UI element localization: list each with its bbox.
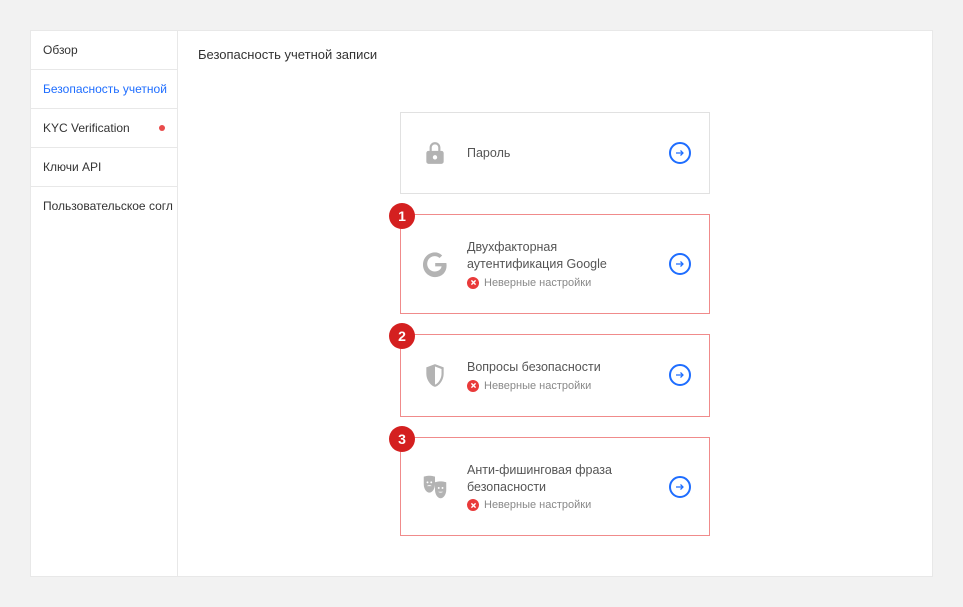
card-title: Вопросы безопасности [467, 359, 653, 376]
main-panel: Безопасность учетной записи Пароль [178, 30, 933, 577]
masks-icon [419, 471, 451, 503]
page-title: Безопасность учетной записи [198, 47, 912, 62]
google-icon [419, 248, 451, 280]
sidebar-item-label: Пользовательское согл [43, 199, 173, 213]
card-status: Неверные настройки [467, 380, 653, 392]
shield-icon [419, 359, 451, 391]
step-badge: 2 [389, 323, 415, 349]
arrow-right-circle-icon[interactable] [669, 364, 691, 386]
sidebar-item-account-security[interactable]: Безопасность учетной [31, 70, 177, 109]
card-title: Двухфакторная аутентификация Google [467, 239, 653, 273]
error-x-icon [467, 277, 479, 289]
step-badge: 1 [389, 203, 415, 229]
error-x-icon [467, 499, 479, 511]
security-cards: Пароль 1 Двухфакторная [198, 112, 912, 536]
status-text: Неверные настройки [484, 499, 591, 511]
card-anti-phishing: 3 Анти-фишинговая фраза безопасности [400, 437, 710, 537]
card-title: Пароль [467, 145, 653, 162]
status-text: Неверные настройки [484, 277, 591, 289]
sidebar-item-label: Обзор [43, 43, 78, 57]
status-text: Неверные настройки [484, 380, 591, 392]
step-badge: 3 [389, 426, 415, 452]
card-title: Анти-фишинговая фраза безопасности [467, 462, 653, 496]
error-x-icon [467, 380, 479, 392]
card-content: Пароль [467, 145, 653, 162]
sidebar-item-overview[interactable]: Обзор [31, 31, 177, 70]
card-security-questions: 2 Вопросы безопасности [400, 334, 710, 417]
arrow-right-circle-icon[interactable] [669, 476, 691, 498]
sidebar: Обзор Безопасность учетной KYC Verificat… [30, 30, 178, 577]
arrow-right-circle-icon[interactable] [669, 142, 691, 164]
card-content: Анти-фишинговая фраза безопасности Невер… [467, 462, 653, 512]
card-content: Двухфакторная аутентификация Google Неве… [467, 239, 653, 289]
card-status: Неверные настройки [467, 277, 653, 289]
notification-dot-icon [159, 125, 165, 131]
arrow-right-circle-icon[interactable] [669, 253, 691, 275]
lock-icon [419, 137, 451, 169]
card-google-2fa: 1 Двухфакторная аутентификация Google [400, 214, 710, 314]
card-status: Неверные настройки [467, 499, 653, 511]
sidebar-item-label: Ключи API [43, 160, 101, 174]
sidebar-item-kyc-verification[interactable]: KYC Verification [31, 109, 177, 148]
card-content: Вопросы безопасности Неверные настройки [467, 359, 653, 392]
card-password: Пароль [400, 112, 710, 194]
sidebar-item-api-keys[interactable]: Ключи API [31, 148, 177, 187]
sidebar-item-label: Безопасность учетной [43, 82, 167, 96]
sidebar-item-label: KYC Verification [43, 121, 130, 135]
sidebar-item-user-agreement[interactable]: Пользовательское согл [31, 187, 177, 225]
